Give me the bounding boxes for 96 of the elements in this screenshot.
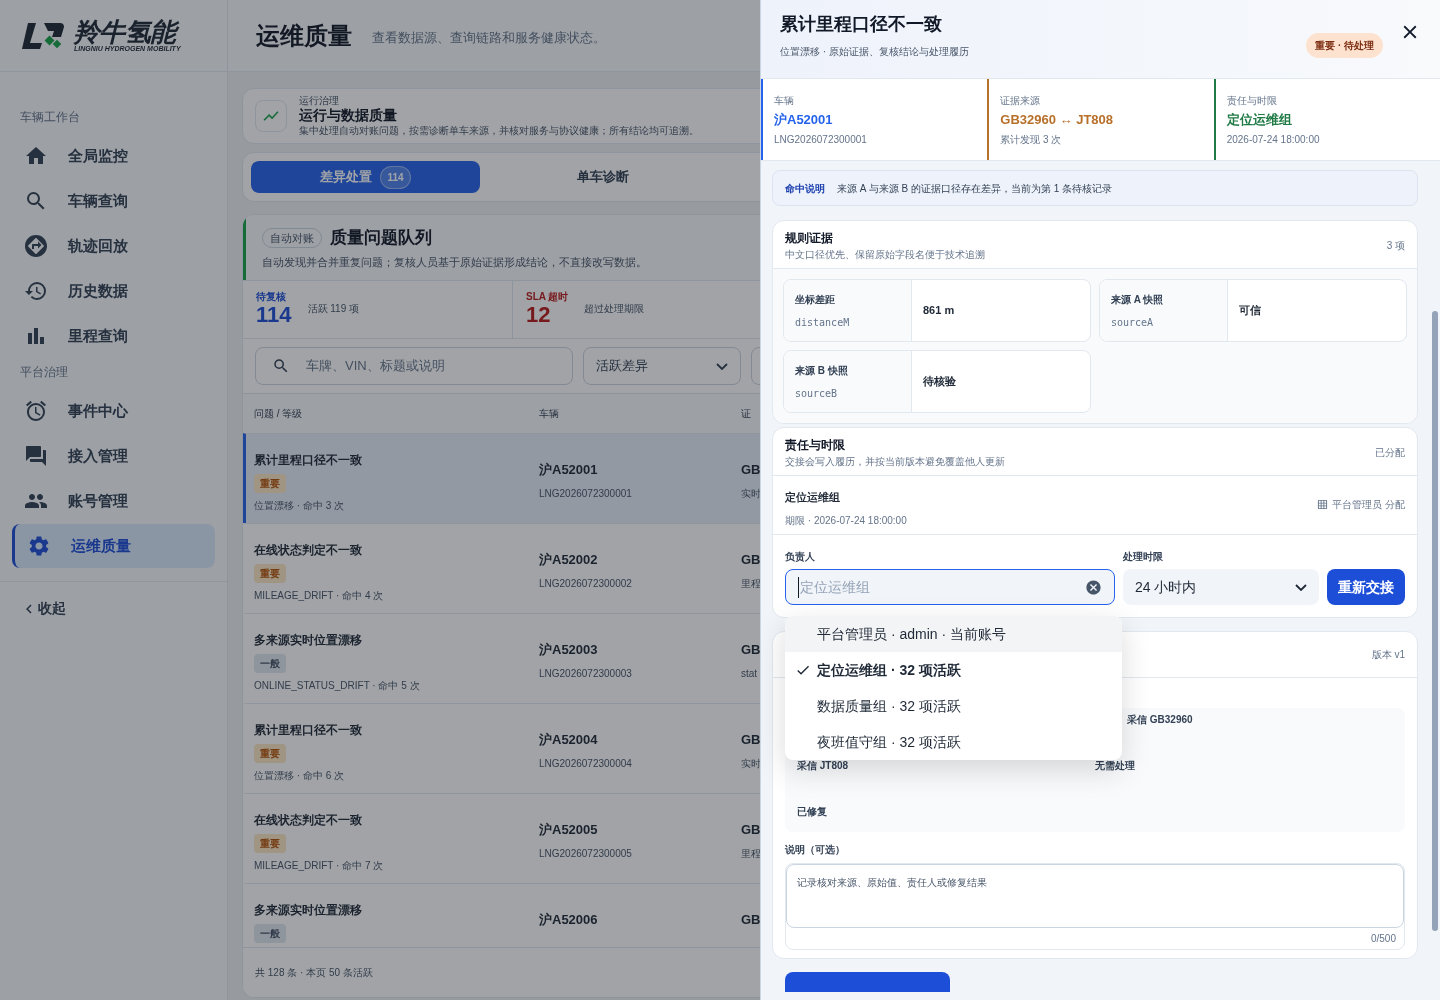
issue-meta: MILEAGE_DRIFT · 命中 4 次 — [254, 589, 384, 603]
vehicle-plate: 沪A52001 — [539, 461, 599, 479]
section-title: 规则证据 — [785, 230, 833, 247]
section-status: 已分配 — [1375, 446, 1405, 460]
issue-meta: 位置漂移 · 命中 3 次 — [254, 499, 344, 513]
field-value: 861 m — [922, 303, 956, 319]
version-label: 版本 v1 — [1371, 648, 1405, 662]
logo-name: 羚牛氢能 — [74, 19, 181, 45]
summary-label: 证据来源 — [1000, 94, 1041, 108]
evidence-detail: 实时 — [741, 756, 761, 771]
sidebar-group-label: 车辆工作台 — [19, 109, 81, 126]
evidence-source: GB — [741, 551, 761, 569]
level-tag: 重要 — [254, 834, 286, 853]
level-tag: 重要 — [254, 474, 286, 493]
stat-note: 活跃 119 项 — [307, 302, 359, 316]
char-counter: 0/500 — [1369, 932, 1397, 946]
banner-description: 集中处理自动对账问题，按需诊断单车来源，并核对服务与协议健康；所有结论均可追溯。 — [299, 124, 699, 138]
stat-note: 超过处理期限 — [584, 302, 645, 316]
hit-note-text: 来源 A 与来源 B 的证据口径存在差异，当前为第 1 条待核记录 — [837, 181, 1113, 196]
page-title: 运维质量 — [256, 20, 352, 51]
section-description: 中文口径优先、保留原始字段名便于技术追溯 — [785, 248, 985, 262]
queue-description: 自动发现并合并重复问题；复核人员基于原始证据形成结论，不直接改写数据。 — [262, 254, 647, 270]
sidebar-group-label: 平台治理 — [19, 364, 69, 381]
evidence-detail: 实时 — [741, 486, 761, 501]
vehicle-plate: 沪A52006 — [539, 911, 599, 929]
field-key: sourceA — [1111, 314, 1154, 330]
column-header: 证 — [741, 407, 751, 421]
level-tag: 重要 — [254, 564, 286, 583]
summary-label: 车辆 — [774, 94, 794, 108]
issue-title: 累计里程口径不一致 — [254, 722, 362, 739]
evidence-detail: 里程 — [741, 576, 761, 591]
summary-value: GB32960 ↔ JT808 — [1000, 111, 1114, 129]
drawer-subtitle: 位置漂移 · 原始证据、复核结论与处理履历 — [780, 45, 969, 59]
stat-value: 114 — [256, 304, 292, 326]
level-tag: 一般 — [254, 654, 286, 673]
vehicle-plate: 沪A52003 — [539, 641, 599, 659]
field-key: sourceB — [795, 385, 838, 401]
vehicle-plate: 沪A52005 — [539, 821, 599, 839]
issue-title: 多来源实时位置漂移 — [254, 632, 362, 649]
issue-meta: 位置漂移 · 命中 6 次 — [254, 769, 344, 783]
summary-value: 定位运维组 — [1226, 111, 1292, 129]
issue-meta: MILEAGE_DRIFT · 命中 7 次 — [254, 859, 384, 873]
issue-meta: ONLINE_STATUS_DRIFT · 命中 5 次 — [254, 679, 420, 693]
vehicle-vin: LNG2026072300001 — [539, 486, 633, 501]
hit-note-label: 命中说明 — [785, 181, 825, 196]
evidence-source: GB — [741, 821, 761, 839]
vehicle-plate: 沪A52002 — [539, 551, 599, 569]
stat-label: 待复核 — [256, 290, 286, 304]
issue-title: 累计里程口径不一致 — [254, 452, 362, 469]
status-badge: 重要 · 待处理 — [1306, 33, 1383, 58]
deadline-label: 处理时限 — [1122, 550, 1164, 564]
banner-eyebrow: 运行治理 — [299, 94, 339, 108]
level-tag: 重要 — [254, 744, 286, 763]
level-tag: 一般 — [254, 924, 286, 943]
summary-label: 责任与时限 — [1226, 94, 1277, 108]
note-label: 说明（可选） — [785, 843, 846, 857]
field-label: 来源 B 快照 — [795, 363, 848, 378]
assignee-label: 负责人 — [785, 550, 816, 564]
evidence-source: GB — [741, 731, 761, 749]
table-footer: 共 128 条 · 本页 50 条活跃 — [255, 965, 373, 980]
vehicle-plate: 沪A52004 — [539, 731, 599, 749]
issue-title: 多来源实时位置漂移 — [254, 902, 362, 919]
vehicle-vin: LNG2026072300004 — [539, 756, 633, 771]
queue-title: 质量问题队列 — [330, 227, 432, 249]
stat-label: SLA 超时 — [526, 290, 569, 304]
evidence-source: GB — [741, 911, 761, 929]
section-title: 责任与时限 — [785, 437, 845, 454]
field-label: 来源 A 快照 — [1111, 292, 1164, 307]
evidence-source: GB — [741, 641, 761, 659]
section-description: 交接会写入履历，并按当前版本避免覆盖他人更新 — [785, 455, 1005, 469]
summary-sub: LNG2026072300001 — [774, 132, 867, 147]
page-subtitle: 查看数据源、查询链路和服务健康状态。 — [372, 28, 606, 47]
section-status: 3 项 — [1386, 239, 1405, 253]
field-value: 可信 — [1238, 303, 1262, 319]
field-key: distanceM — [795, 314, 850, 330]
evidence-detail: 里程 — [741, 846, 761, 861]
vehicle-vin: LNG2026072300002 — [539, 576, 633, 591]
column-header: 车辆 — [539, 407, 560, 421]
summary-sub: 2026-07-24 18:00:00 — [1226, 132, 1320, 147]
evidence-source: GB — [741, 461, 761, 479]
vehicle-vin: LNG2026072300003 — [539, 666, 633, 681]
assigned-by: 平台管理员 分配 — [1332, 498, 1405, 512]
issue-title: 在线状态判定不一致 — [254, 542, 362, 559]
drawer-title: 累计里程口径不一致 — [780, 13, 943, 36]
field-value: 待核验 — [922, 374, 957, 390]
evidence-detail: stat — [741, 666, 759, 681]
field-label: 坐标差距 — [795, 292, 835, 307]
summary-sub: 累计发现 3 次 — [1000, 132, 1062, 147]
issue-title: 在线状态判定不一致 — [254, 812, 362, 829]
vehicle-vin: LNG2026072300005 — [539, 846, 633, 861]
column-header: 问题 / 等级 — [253, 407, 304, 421]
assignee-name: 定位运维组 — [785, 490, 840, 505]
summary-value: 沪A52001 — [774, 111, 833, 129]
banner-title: 运行与数据质量 — [299, 107, 397, 125]
stat-value: 12 — [526, 304, 551, 326]
deadline-text: 期限 · 2026-07-24 18:00:00 — [785, 513, 907, 528]
